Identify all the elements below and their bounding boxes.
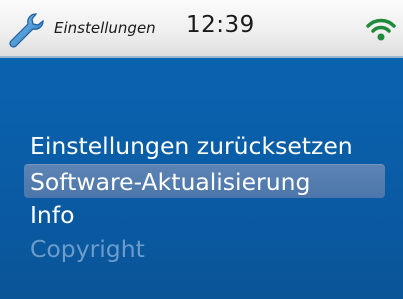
menu-item-reset-settings[interactable]: Einstellungen zurücksetzen [30,130,355,162]
menu-item-software-update[interactable]: Software-Aktualisierung [30,166,310,198]
menu-item-info[interactable]: Info [30,199,74,231]
settings-screen: Einstellungen 12:39 Einstellungen zurück… [0,0,403,299]
settings-menu: Einstellungen zurücksetzen Software-Aktu… [0,0,403,299]
menu-item-copyright[interactable]: Copyright [30,233,145,265]
